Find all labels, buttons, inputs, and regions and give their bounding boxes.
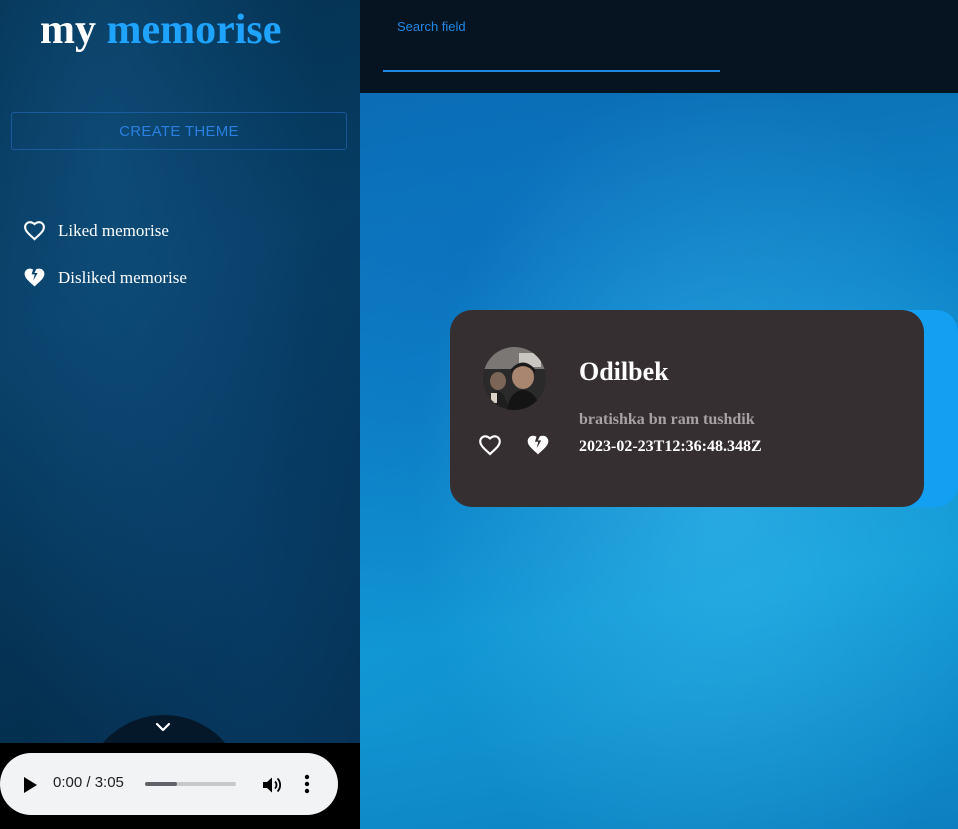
play-icon[interactable] — [22, 776, 38, 794]
audio-progress-slider[interactable] — [145, 782, 236, 786]
memory-card[interactable]: Odilbek bratishka bn ram tushdik 2023-02… — [450, 310, 958, 507]
chevron-down-icon[interactable] — [154, 720, 172, 734]
card-author-name: Odilbek — [579, 357, 669, 386]
card-message: bratishka bn ram tushdik — [579, 411, 755, 428]
sidebar-item-disliked[interactable]: Disliked memorise — [22, 265, 187, 290]
sidebar-item-label: Disliked memorise — [58, 267, 187, 287]
avatar — [483, 347, 546, 410]
audio-time: 0:00 / 3:05 — [53, 774, 124, 791]
logo: my memorise — [40, 6, 281, 54]
heart-outline-icon — [22, 218, 47, 243]
audio-player[interactable]: 0:00 / 3:05 — [0, 753, 338, 815]
card-like-button[interactable] — [477, 432, 503, 458]
card-date: 2023-02-23T12:36:48.348Z — [579, 438, 762, 455]
card-dislike-button[interactable] — [525, 432, 551, 458]
more-vert-icon[interactable] — [304, 774, 310, 794]
broken-heart-icon — [525, 432, 551, 458]
audio-progress-fill — [145, 782, 177, 786]
logo-part-my: my — [40, 7, 96, 53]
sidebar-item-label: Liked memorise — [58, 220, 169, 240]
broken-heart-icon — [22, 265, 47, 290]
heart-outline-icon — [477, 432, 503, 458]
search-input[interactable] — [383, 36, 720, 72]
logo-part-memorise: memorise — [106, 7, 282, 53]
volume-icon[interactable] — [262, 776, 282, 794]
card-body: Odilbek bratishka bn ram tushdik 2023-02… — [450, 310, 924, 507]
sidebar: my memorise CREATE THEME Liked memorise … — [0, 0, 360, 829]
create-theme-button[interactable]: CREATE THEME — [11, 112, 347, 150]
main-content: Search field Odilbek bratishka bn ram tu… — [360, 0, 958, 829]
top-bar: Search field — [360, 0, 958, 93]
sidebar-item-liked[interactable]: Liked memorise — [22, 218, 169, 243]
search-label: Search field — [397, 19, 466, 34]
